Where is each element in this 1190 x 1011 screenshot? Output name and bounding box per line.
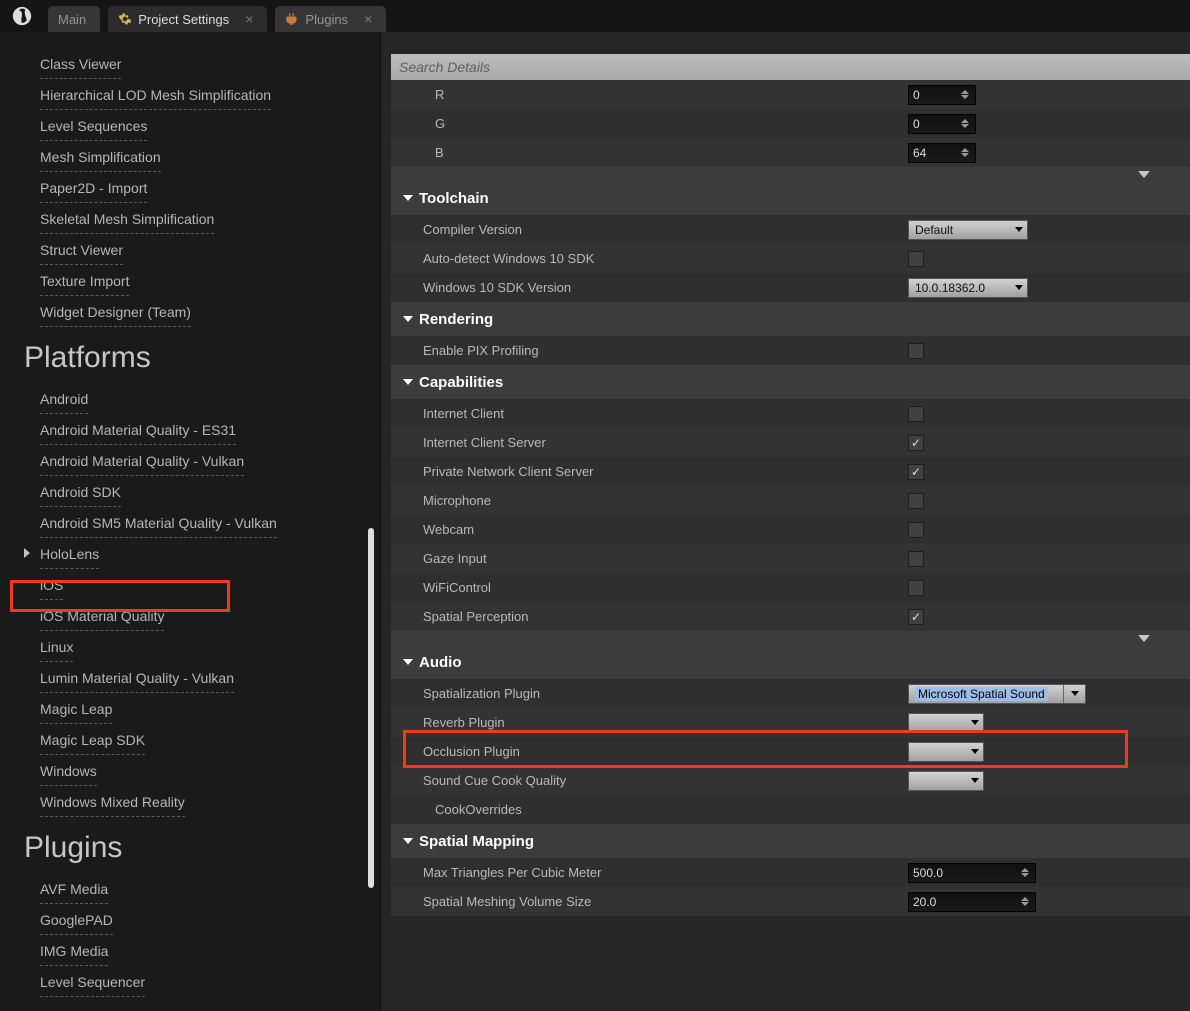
details-panel: Search Details R0 G0 B64 Toolchain Compi… [380, 32, 1190, 1011]
g-label: G [435, 116, 908, 131]
compiler-dropdown[interactable]: Default [908, 220, 1028, 240]
sidebar-item-paper2d[interactable]: Paper2D - Import [40, 174, 147, 203]
sidebar-item-ios-mq[interactable]: iOS Material Quality [40, 602, 164, 631]
sidebar-item-android-sdk[interactable]: Android SDK [40, 478, 121, 507]
b-label: B [435, 145, 908, 160]
cap-checkbox[interactable] [908, 435, 924, 451]
compiler-label: Compiler Version [423, 222, 908, 237]
sidebar-item-android[interactable]: Android [40, 385, 88, 414]
sidebar-item-level-seq[interactable]: Level Sequences [40, 112, 147, 141]
b-input[interactable]: 64 [908, 143, 976, 163]
section-audio[interactable]: Audio [391, 645, 1190, 679]
cap-label: Microphone [423, 493, 908, 508]
sidebar-item-avf[interactable]: AVF Media [40, 875, 108, 904]
reverb-dropdown[interactable] [908, 713, 984, 733]
cook-label: Sound Cue Cook Quality [423, 773, 908, 788]
cap-checkbox[interactable] [908, 493, 924, 509]
sidebar-item-googlepad[interactable]: GooglePAD [40, 906, 113, 935]
cap-label: Gaze Input [423, 551, 908, 566]
sidebar-item-struct[interactable]: Struct Viewer [40, 236, 123, 265]
cap-checkbox[interactable] [908, 522, 924, 538]
plug-icon [285, 12, 299, 26]
sidebar-header-platforms: Platforms [22, 341, 358, 375]
expand-icon [403, 838, 413, 844]
sidebar-item-wmr[interactable]: Windows Mixed Reality [40, 788, 185, 817]
expand-icon [403, 195, 413, 201]
sidebar-item-widget[interactable]: Widget Designer (Team) [40, 298, 191, 327]
cap-label: Internet Client [423, 406, 908, 421]
gear-icon [118, 12, 132, 26]
cap-checkbox[interactable] [908, 551, 924, 567]
tab-plugins[interactable]: Plugins × [275, 6, 386, 32]
r-input[interactable]: 0 [908, 85, 976, 105]
pix-checkbox[interactable] [908, 343, 924, 359]
cap-label: Internet Client Server [423, 435, 908, 450]
reverb-label: Reverb Plugin [423, 715, 908, 730]
cap-checkbox[interactable] [908, 609, 924, 625]
autodetect-label: Auto-detect Windows 10 SDK [423, 251, 908, 266]
tab-project-settings[interactable]: Project Settings × [108, 6, 267, 32]
search-placeholder: Search Details [399, 59, 490, 75]
tri-label: Max Triangles Per Cubic Meter [423, 865, 908, 880]
scrollbar[interactable] [368, 528, 374, 888]
sidebar-item-ios[interactable]: iOS [40, 571, 63, 600]
sidebar-item-magic-leap-sdk[interactable]: Magic Leap SDK [40, 726, 145, 755]
cap-label: Webcam [423, 522, 908, 537]
cook-dropdown[interactable] [908, 771, 984, 791]
selected-arrow-icon [24, 548, 30, 558]
pix-label: Enable PIX Profiling [423, 343, 908, 358]
sdk-label: Windows 10 SDK Version [423, 280, 908, 295]
sdk-dropdown[interactable]: 10.0.18362.0 [908, 278, 1028, 298]
vol-label: Spatial Meshing Volume Size [423, 894, 908, 909]
cap-checkbox[interactable] [908, 464, 924, 480]
autodetect-checkbox[interactable] [908, 251, 924, 267]
expand-icon [403, 379, 413, 385]
tri-input[interactable]: 500.0 [908, 863, 1036, 883]
sidebar-header-plugins: Plugins [22, 831, 358, 865]
sidebar-item-linux[interactable]: Linux [40, 633, 73, 662]
search-input[interactable]: Search Details [391, 54, 1190, 80]
sidebar: Class Viewer Hierarchical LOD Mesh Simpl… [0, 32, 380, 1011]
r-label: R [435, 87, 908, 102]
g-input[interactable]: 0 [908, 114, 976, 134]
occl-dropdown[interactable] [908, 742, 984, 762]
vol-input[interactable]: 20.0 [908, 892, 1036, 912]
sidebar-item-android-vulkan[interactable]: Android Material Quality - Vulkan [40, 447, 244, 476]
cap-checkbox[interactable] [908, 406, 924, 422]
sidebar-item-hololens[interactable]: HoloLens [40, 540, 99, 569]
spat-label: Spatialization Plugin [423, 686, 908, 701]
cap-checkbox[interactable] [908, 580, 924, 596]
close-icon[interactable]: × [245, 11, 253, 27]
override-label: CookOverrides [423, 802, 896, 817]
section-capabilities[interactable]: Capabilities [391, 365, 1190, 399]
sidebar-item-android-es31[interactable]: Android Material Quality - ES31 [40, 416, 236, 445]
sidebar-item-mesh-simp[interactable]: Mesh Simplification [40, 143, 161, 172]
sidebar-item-img-media[interactable]: IMG Media [40, 937, 108, 966]
chevron-down-icon[interactable] [1138, 171, 1150, 178]
sidebar-item-magic-leap[interactable]: Magic Leap [40, 695, 112, 724]
section-rendering[interactable]: Rendering [391, 302, 1190, 336]
spat-dropdown[interactable]: Microsoft Spatial Sound [908, 684, 1086, 704]
cap-label: Private Network Client Server [423, 464, 908, 479]
section-spatial-mapping[interactable]: Spatial Mapping [391, 824, 1190, 858]
sidebar-item-android-sm5[interactable]: Android SM5 Material Quality - Vulkan [40, 509, 277, 538]
sidebar-item-lumin[interactable]: Lumin Material Quality - Vulkan [40, 664, 234, 693]
sidebar-item-tex-import[interactable]: Texture Import [40, 267, 129, 296]
section-toolchain[interactable]: Toolchain [391, 181, 1190, 215]
occl-label: Occlusion Plugin [423, 744, 908, 759]
close-icon[interactable]: × [364, 11, 372, 27]
sidebar-item-skel-simp[interactable]: Skeletal Mesh Simplification [40, 205, 214, 234]
chevron-down-icon[interactable] [1138, 635, 1150, 642]
sidebar-item-class-viewer[interactable]: Class Viewer [40, 50, 121, 79]
tab-bar: Main Project Settings × Plugins × [0, 0, 1190, 32]
sidebar-item-level-sequencer[interactable]: Level Sequencer [40, 968, 145, 997]
expand-icon [403, 316, 413, 322]
cap-label: WiFiControl [423, 580, 908, 595]
app-logo [4, 0, 40, 32]
expand-icon [403, 659, 413, 665]
tab-main[interactable]: Main [48, 6, 100, 32]
sidebar-item-windows[interactable]: Windows [40, 757, 97, 786]
sidebar-item-hlod[interactable]: Hierarchical LOD Mesh Simplification [40, 81, 271, 110]
cap-label: Spatial Perception [423, 609, 908, 624]
